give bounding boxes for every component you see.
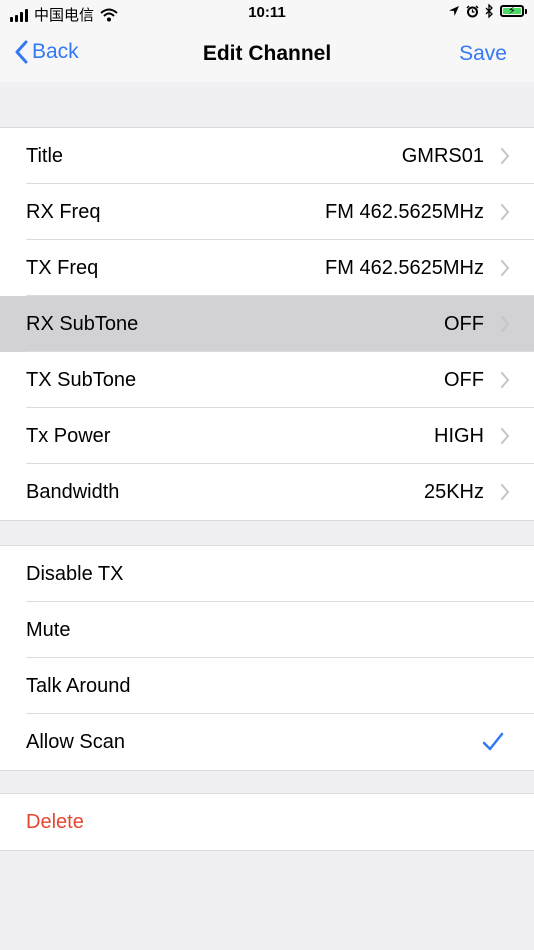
delete-label: Delete — [26, 810, 84, 833]
save-button[interactable]: Save — [459, 42, 507, 66]
row-label: Disable TX — [26, 562, 124, 585]
settings-row-tx-power[interactable]: Tx Power HIGH — [0, 407, 534, 464]
delete-group: Delete — [0, 793, 534, 851]
status-right: ⚡ — [448, 4, 527, 18]
battery-icon: ⚡ — [500, 5, 527, 17]
row-label: RX Freq — [26, 200, 101, 223]
page-title: Edit Channel — [202, 42, 332, 65]
channel-options-group: Disable TX Mute Talk Around Allow Scan — [0, 545, 534, 771]
row-value: OFF — [444, 368, 484, 391]
row-label: Talk Around — [26, 674, 131, 697]
alarm-icon — [466, 4, 479, 17]
row-label: TX SubTone — [26, 368, 137, 391]
row-value: HIGH — [434, 424, 484, 447]
chevron-right-icon — [501, 428, 510, 444]
delete-button[interactable]: Delete — [0, 794, 534, 850]
row-value: OFF — [444, 312, 484, 335]
settings-row-tx-freq[interactable]: TX Freq FM 462.5625MHz — [0, 239, 534, 296]
chevron-right-icon — [501, 260, 510, 276]
row-value: 25KHz — [423, 480, 484, 503]
option-row-talk-around[interactable]: Talk Around — [0, 657, 534, 714]
settings-row-bandwidth[interactable]: Bandwidth 25KHz — [0, 463, 534, 520]
settings-row-rx-subtone[interactable]: RX SubTone OFF — [0, 295, 534, 352]
checkmark-icon — [482, 732, 504, 751]
option-row-disable-tx[interactable]: Disable TX — [0, 546, 534, 602]
channel-settings-group: Title GMRS01 RX Freq FM 462.5625MHz TX F… — [0, 127, 534, 521]
row-value: FM 462.5625MHz — [325, 200, 484, 223]
chevron-right-icon — [501, 484, 510, 500]
chevron-right-icon — [501, 204, 510, 220]
navigation-bar: Back Edit Channel Save — [0, 28, 534, 82]
row-label: TX Freq — [26, 256, 99, 279]
settings-row-rx-freq[interactable]: RX Freq FM 462.5625MHz — [0, 183, 534, 240]
row-label: Allow Scan — [26, 730, 125, 753]
location-arrow-icon — [449, 6, 459, 16]
row-label: Bandwidth — [26, 480, 120, 503]
bluetooth-icon — [485, 4, 493, 18]
row-label: Title — [26, 144, 64, 167]
chevron-right-icon — [501, 148, 510, 164]
option-row-allow-scan[interactable]: Allow Scan — [0, 713, 534, 770]
row-label: RX SubTone — [26, 312, 139, 335]
row-value: GMRS01 — [401, 144, 484, 167]
settings-row-title[interactable]: Title GMRS01 — [0, 128, 534, 184]
row-label: Tx Power — [26, 424, 111, 447]
chevron-right-icon — [501, 372, 510, 388]
status-bar: 中国电信 10:11 ⚡ — [0, 0, 534, 28]
settings-row-tx-subtone[interactable]: TX SubTone OFF — [0, 351, 534, 408]
row-value: FM 462.5625MHz — [325, 256, 484, 279]
row-label: Mute — [26, 618, 71, 641]
option-row-mute[interactable]: Mute — [0, 601, 534, 658]
chevron-right-icon — [501, 316, 510, 332]
